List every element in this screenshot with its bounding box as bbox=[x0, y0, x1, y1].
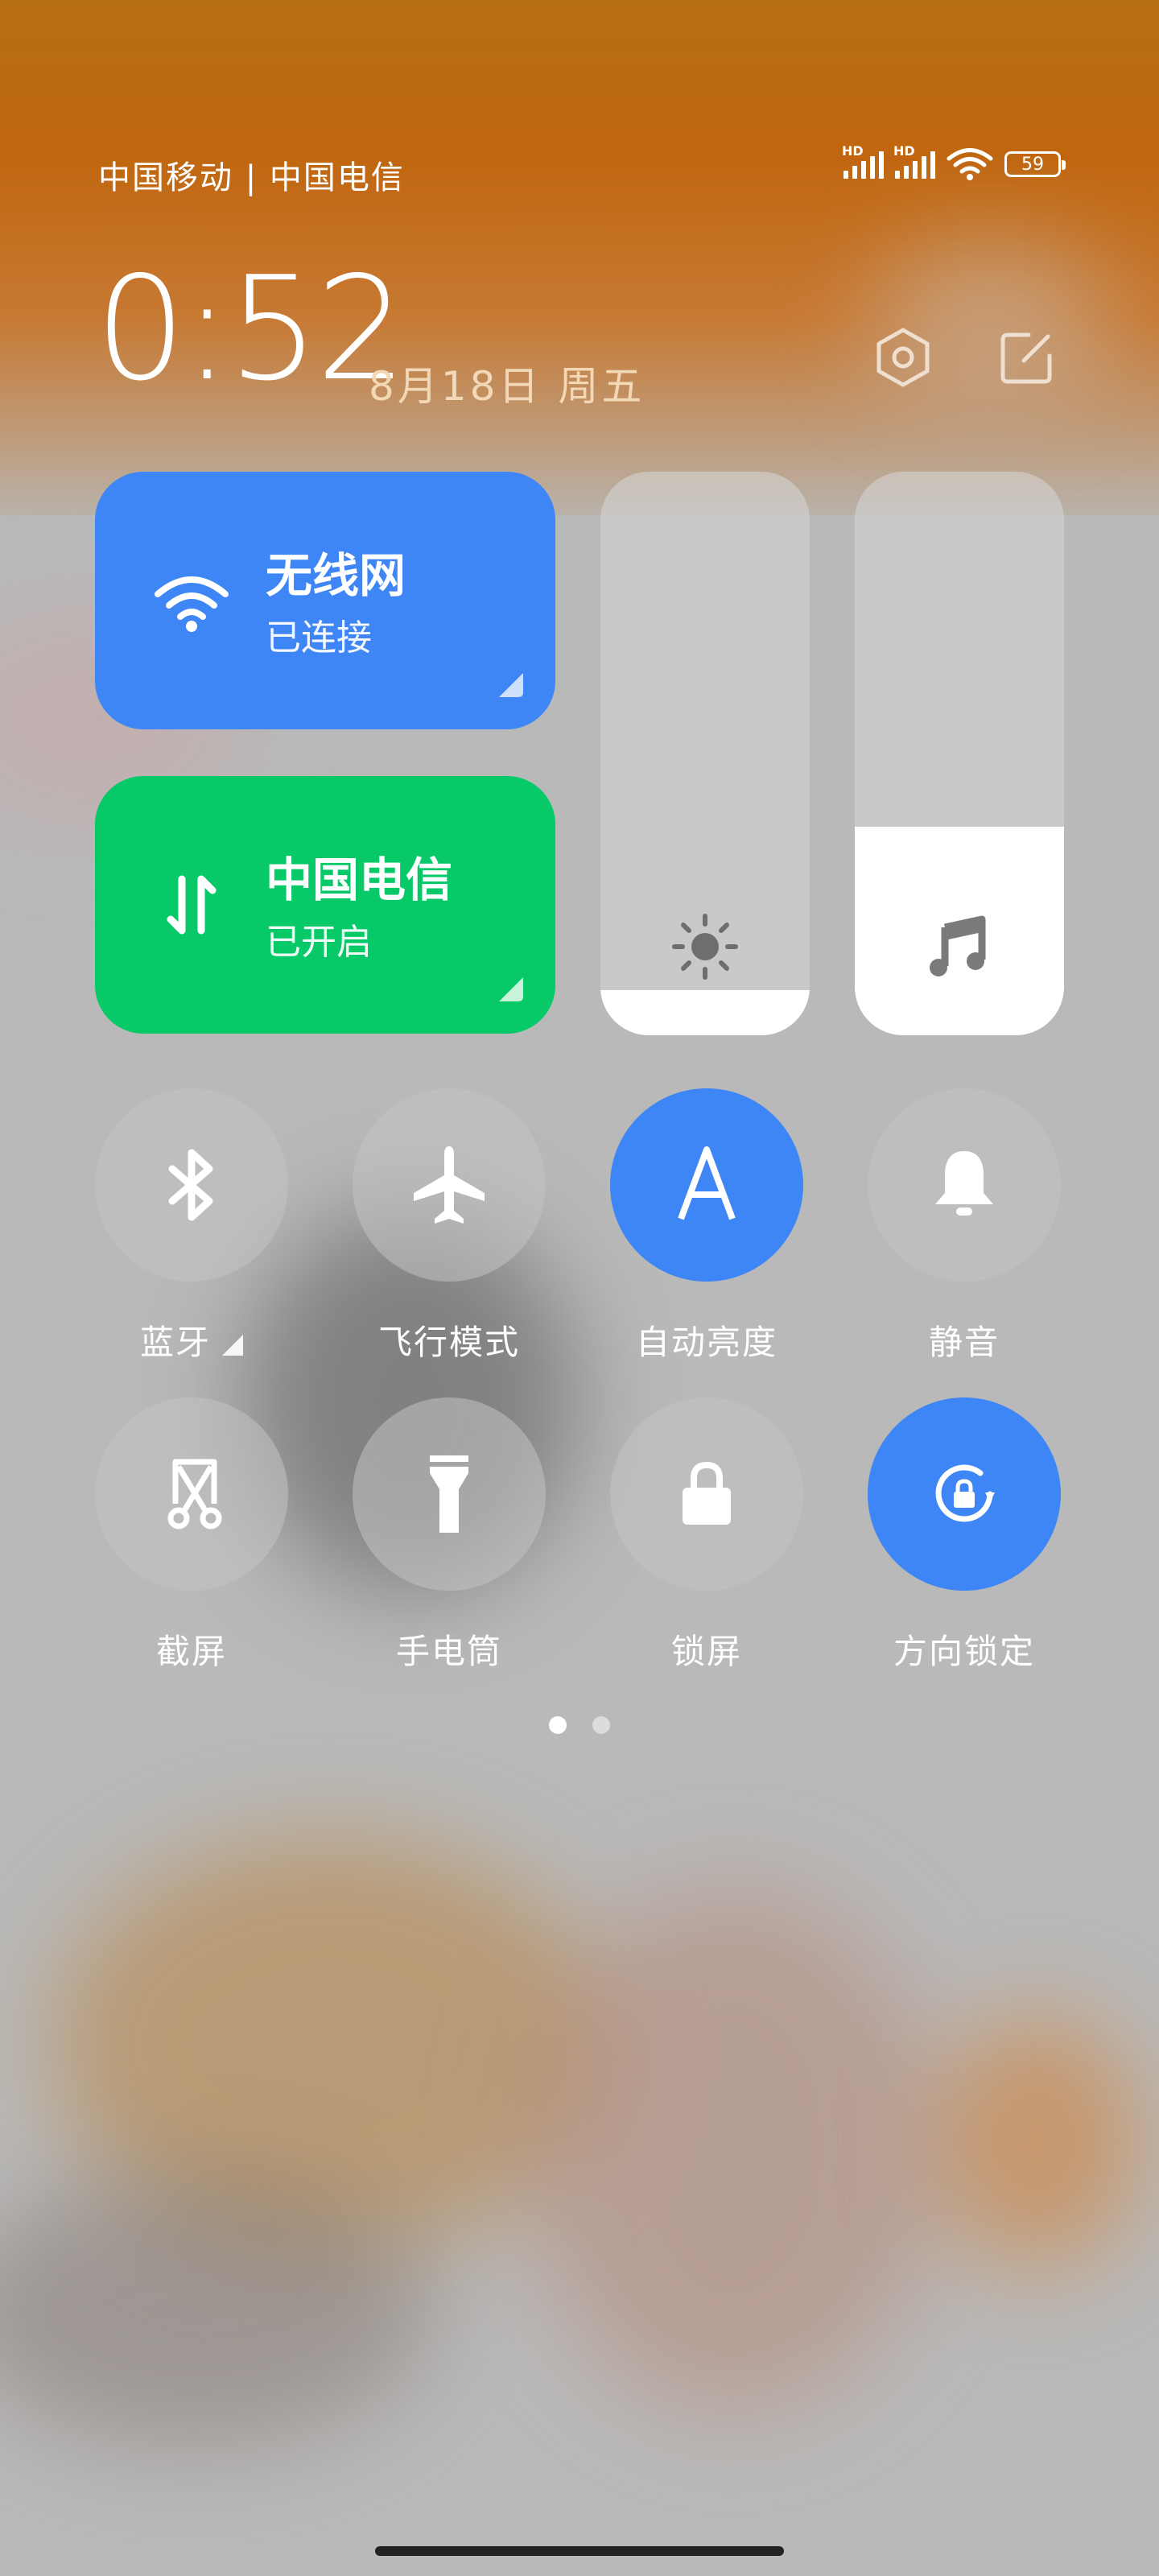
lock-icon bbox=[683, 1461, 731, 1525]
page-indicator-2[interactable] bbox=[592, 1716, 610, 1734]
expand-corner-icon[interactable] bbox=[499, 977, 523, 1001]
page-indicator-1[interactable] bbox=[549, 1716, 567, 1734]
wifi-status-icon bbox=[947, 148, 993, 180]
mobile-data-title: 中国电信 bbox=[266, 852, 453, 907]
hd-label-1: HD bbox=[842, 143, 864, 159]
hd-label-2: HD bbox=[893, 143, 915, 159]
signal-icon-1: HD bbox=[842, 143, 884, 179]
clock-time: 0:52 bbox=[95, 246, 407, 412]
mobile-data-status: 已开启 bbox=[266, 922, 372, 963]
auto-brightness-icon bbox=[678, 1146, 736, 1220]
flashlight-label: 手电筒 bbox=[395, 1632, 502, 1671]
screenshot-toggle[interactable] bbox=[95, 1397, 288, 1591]
wifi-tile[interactable]: 无线网 已连接 bbox=[95, 472, 555, 729]
silent-label: 静音 bbox=[928, 1323, 1000, 1362]
sun-icon bbox=[672, 914, 738, 980]
screenshot-icon bbox=[167, 1459, 222, 1530]
airplane-icon bbox=[414, 1146, 485, 1224]
bluetooth-toggle[interactable] bbox=[95, 1088, 288, 1282]
wifi-icon bbox=[155, 576, 229, 632]
lock-screen-toggle[interactable] bbox=[610, 1397, 803, 1591]
battery-indicator: 59 bbox=[1004, 151, 1066, 177]
rotation-lock-label: 方向锁定 bbox=[893, 1632, 1035, 1671]
data-arrows-icon bbox=[167, 875, 217, 935]
expand-corner-icon[interactable] bbox=[499, 673, 523, 697]
rotation-lock-icon bbox=[935, 1464, 995, 1522]
flashlight-toggle[interactable] bbox=[353, 1397, 546, 1591]
expand-triangle-icon bbox=[222, 1334, 243, 1356]
bluetooth-icon bbox=[168, 1149, 213, 1221]
screenshot-label: 截屏 bbox=[155, 1632, 227, 1671]
carrier-names: 中国移动 | 中国电信 bbox=[98, 159, 405, 196]
rotation-lock-toggle[interactable] bbox=[868, 1397, 1061, 1591]
bell-icon bbox=[935, 1151, 993, 1216]
wifi-status: 已连接 bbox=[266, 617, 372, 658]
auto-brightness-label: 自动亮度 bbox=[635, 1323, 777, 1362]
wifi-title: 无线网 bbox=[266, 548, 406, 603]
volume-slider[interactable] bbox=[855, 472, 1064, 1035]
edit-icon[interactable] bbox=[995, 325, 1059, 390]
clock-date: 8月18日 周五 bbox=[369, 363, 645, 410]
status-icons: HD HD 59 bbox=[842, 143, 1066, 180]
music-note-icon bbox=[930, 915, 986, 976]
mobile-data-tile[interactable]: 中国电信 已开启 bbox=[95, 776, 555, 1034]
flashlight-icon bbox=[430, 1455, 468, 1533]
bluetooth-label: 蓝牙 bbox=[63, 1315, 320, 1364]
lock-screen-label: 锁屏 bbox=[670, 1632, 742, 1671]
bluetooth-label-text: 蓝牙 bbox=[139, 1323, 211, 1362]
silent-toggle[interactable] bbox=[868, 1088, 1061, 1282]
airplane-mode-label: 飞行模式 bbox=[377, 1323, 520, 1362]
auto-brightness-toggle[interactable] bbox=[610, 1088, 803, 1282]
home-indicator-bar[interactable] bbox=[375, 2546, 784, 2556]
hexagon-settings-icon[interactable] bbox=[871, 325, 935, 390]
brightness-fill bbox=[600, 990, 810, 1035]
signal-icon-2: HD bbox=[893, 143, 935, 179]
brightness-slider[interactable] bbox=[600, 472, 810, 1035]
airplane-mode-toggle[interactable] bbox=[353, 1088, 546, 1282]
